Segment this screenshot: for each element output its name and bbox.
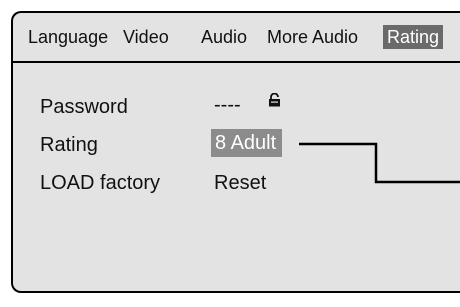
tab-video[interactable]: Video	[123, 25, 169, 49]
tab-rating[interactable]: Rating	[383, 25, 444, 49]
lock-icon	[269, 93, 280, 107]
rating-label: Rating	[40, 134, 98, 156]
tab-audio[interactable]: Audio	[201, 25, 247, 49]
password-value[interactable]: ----	[214, 93, 241, 117]
setup-tab-bar: Language Video Audio More Audio Rating	[13, 13, 460, 63]
load-factory-value[interactable]: Reset	[214, 171, 266, 195]
rating-value[interactable]: 8 Adult	[211, 129, 283, 157]
tab-more-audio[interactable]: More Audio	[267, 25, 358, 49]
load-factory-label: LOAD factory	[40, 172, 161, 194]
password-label: Password	[40, 96, 128, 118]
tab-language[interactable]: Language	[28, 25, 108, 49]
dvd-setup-panel: Language Video Audio More Audio Rating P…	[11, 11, 460, 293]
